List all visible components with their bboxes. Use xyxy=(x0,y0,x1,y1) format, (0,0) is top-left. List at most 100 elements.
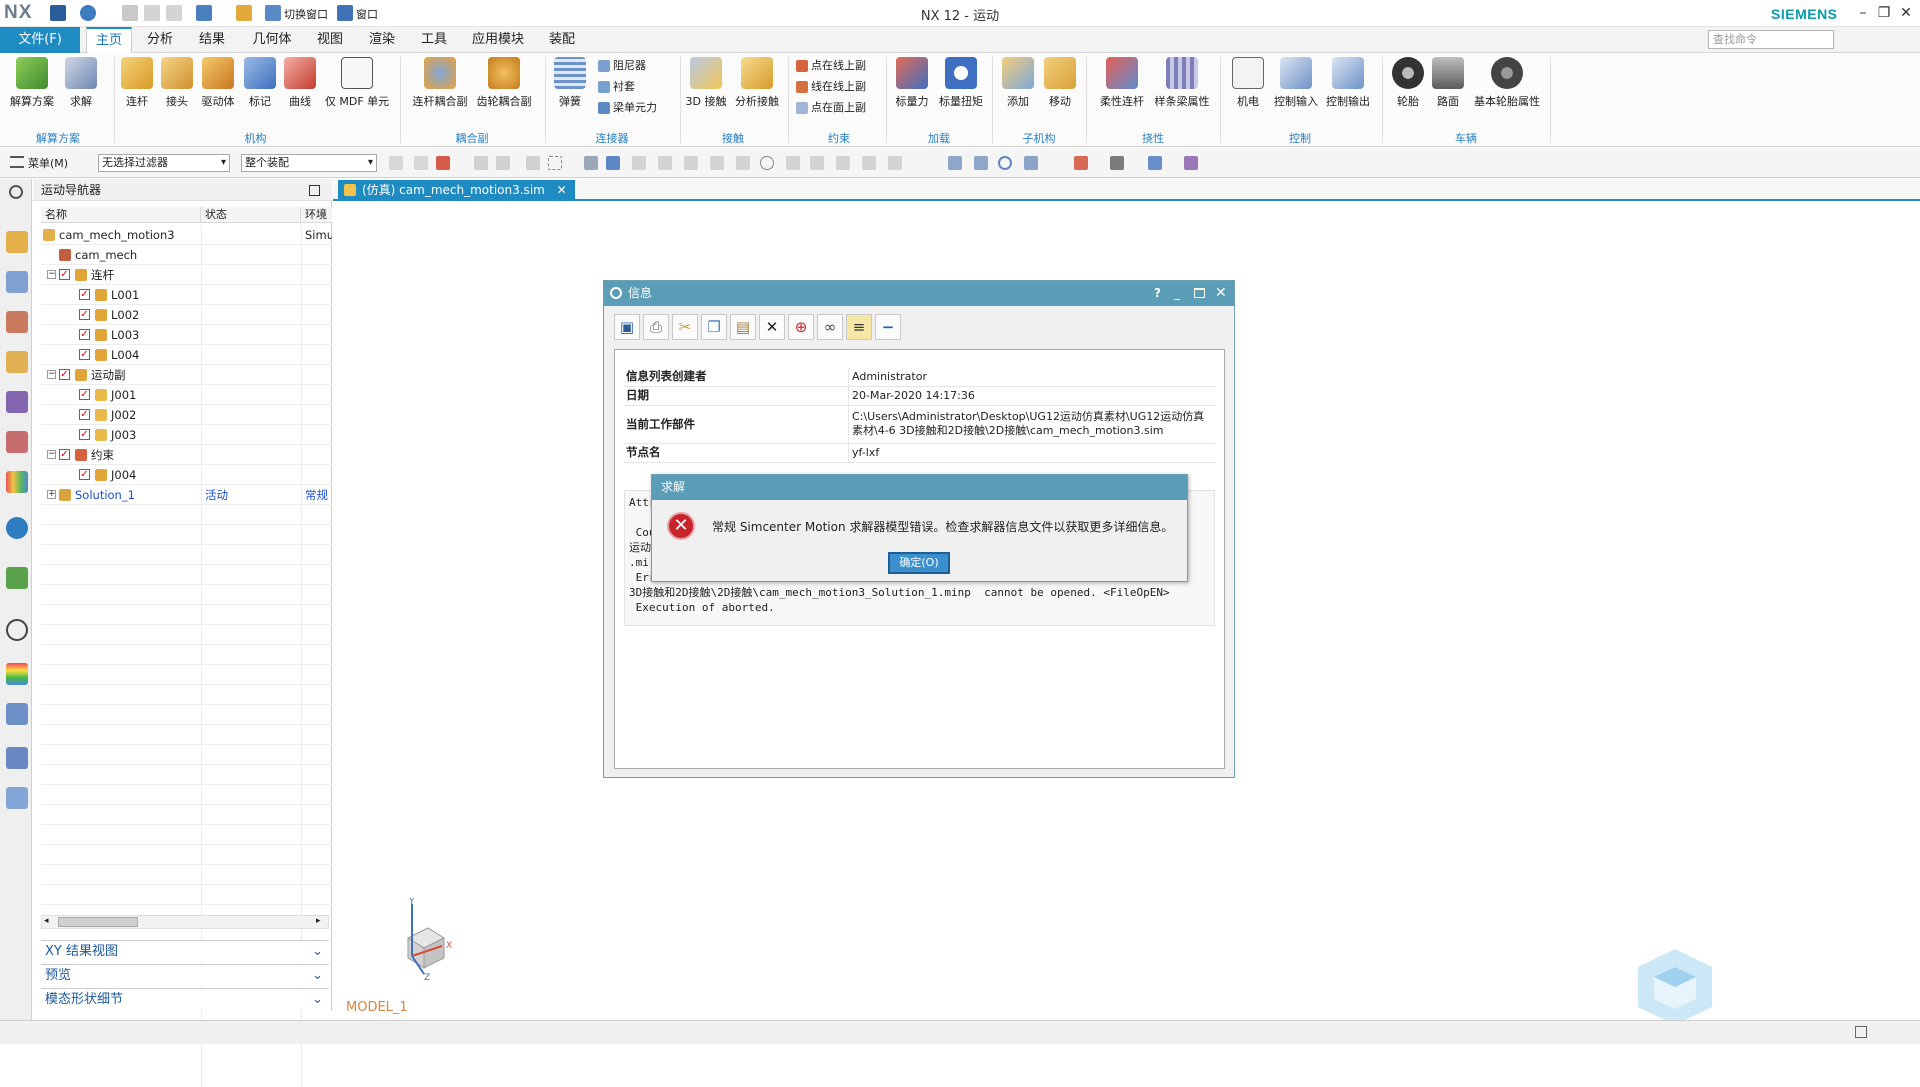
spline-beam-property-button[interactable]: 样条梁属性 xyxy=(1152,57,1212,109)
clock-icon[interactable] xyxy=(6,619,28,641)
tree-row[interactable]: cam_mech_motion3 Simu xyxy=(41,225,332,245)
delete-icon[interactable]: ✕ xyxy=(759,314,785,340)
cross-icon[interactable] xyxy=(786,156,800,170)
polygon-icon[interactable] xyxy=(836,156,850,170)
visibility-checkbox[interactable]: ✓ xyxy=(79,349,90,360)
expand-toggle-icon[interactable]: − xyxy=(47,370,56,379)
visibility-checkbox[interactable]: ✓ xyxy=(59,269,70,280)
render-style-icon[interactable] xyxy=(1110,156,1124,170)
file-menu[interactable]: 文件(F) xyxy=(0,27,80,53)
tree-row[interactable]: cam_mech xyxy=(41,245,332,265)
scalar-force-button[interactable]: 标量力 xyxy=(892,57,932,109)
visibility-checkbox[interactable]: ✓ xyxy=(79,309,90,320)
tangent-icon[interactable] xyxy=(710,156,724,170)
tree-row[interactable]: ✓ L004 xyxy=(41,345,332,365)
visibility-checkbox[interactable]: ✓ xyxy=(79,409,90,420)
scroll-right-icon[interactable]: ▸ xyxy=(316,916,321,926)
switch-window-label[interactable]: 切换窗口 xyxy=(284,6,328,22)
flexible-link-button[interactable]: 柔性连杆 xyxy=(1094,57,1150,109)
visibility-checkbox[interactable]: ✓ xyxy=(79,329,90,340)
curve-on-curve-button[interactable]: 线在线上副 xyxy=(796,78,866,96)
link-coupler-button[interactable]: 连杆耦合副 xyxy=(410,57,470,109)
mechatronics-button[interactable]: 机电 xyxy=(1228,57,1268,109)
analytical-contact-button[interactable]: 分析接触 xyxy=(732,57,782,109)
edge-icon[interactable] xyxy=(888,156,902,170)
paste-icon[interactable] xyxy=(166,5,182,21)
shaded-icon[interactable] xyxy=(1148,156,1162,170)
column-environment[interactable]: 环境 xyxy=(301,207,332,223)
collapse-icon[interactable]: − xyxy=(875,314,901,340)
tree-row[interactable]: ✓ J001 xyxy=(41,385,332,405)
tab-render[interactable]: 渲染 xyxy=(362,27,402,53)
visibility-checkbox[interactable]: ✓ xyxy=(79,289,90,300)
copy-icon[interactable] xyxy=(144,5,160,21)
hd3d-icon[interactable] xyxy=(6,431,28,453)
window-icon[interactable] xyxy=(337,5,353,21)
close-button[interactable]: ✕ xyxy=(1896,3,1916,23)
copy-icon[interactable]: ❐ xyxy=(701,314,727,340)
save-icon[interactable] xyxy=(50,5,66,21)
close-icon[interactable]: ✕ xyxy=(1215,281,1227,306)
help-icon[interactable]: ? xyxy=(1154,281,1161,306)
command-search-input[interactable]: 查找命令 xyxy=(1708,30,1834,49)
maximize-icon[interactable] xyxy=(1194,288,1205,298)
visibility-checkbox[interactable]: ✓ xyxy=(59,449,70,460)
tree-row[interactable]: − ✓ 运动副 xyxy=(41,365,332,385)
beam-force-button[interactable]: 梁单元力 xyxy=(598,99,657,117)
tab-results[interactable]: 结果 xyxy=(192,27,232,53)
save-icon[interactable]: ▣ xyxy=(614,314,640,340)
menu-icon[interactable] xyxy=(10,156,24,168)
tab-applications[interactable]: 应用模块 xyxy=(466,27,530,53)
column-name[interactable]: 名称 xyxy=(41,207,201,223)
touch-mode-icon[interactable] xyxy=(236,5,252,21)
system-scenes-icon[interactable] xyxy=(6,787,28,809)
web-browser-icon[interactable] xyxy=(6,517,28,539)
circle-center-icon[interactable] xyxy=(760,156,774,170)
tab-home[interactable]: 主页 xyxy=(86,27,132,53)
wrap-icon[interactable]: ≡ xyxy=(846,314,872,340)
link-button[interactable]: 连杆 xyxy=(120,57,154,109)
select-all-icon[interactable] xyxy=(389,156,403,170)
process-studio-icon[interactable] xyxy=(6,703,28,725)
layer-visibility-icon[interactable] xyxy=(1184,156,1198,170)
visibility-checkbox[interactable]: ✓ xyxy=(79,429,90,440)
full-screen-icon[interactable] xyxy=(1855,1026,1867,1038)
orient-view-icon[interactable] xyxy=(1074,156,1088,170)
find-icon[interactable]: ⊕ xyxy=(788,314,814,340)
palette-icon[interactable] xyxy=(6,471,28,493)
cut-icon[interactable] xyxy=(122,5,138,21)
selection-scope-dropdown[interactable]: 整个装配 xyxy=(241,154,377,172)
bushing-button[interactable]: 衬套 xyxy=(598,78,635,96)
ok-button[interactable]: 确定(O) xyxy=(888,552,950,574)
tab-geometry[interactable]: 几何体 xyxy=(246,27,298,53)
window-label[interactable]: 窗口 xyxy=(356,6,378,22)
diagonal-icon[interactable] xyxy=(810,156,824,170)
scroll-left-icon[interactable]: ◂ xyxy=(44,916,49,926)
tab-view[interactable]: 视图 xyxy=(310,27,350,53)
solve-button[interactable]: 求解 xyxy=(62,57,100,109)
endpoint-icon[interactable] xyxy=(474,156,488,170)
perpendicular-icon[interactable] xyxy=(736,156,750,170)
tree-row[interactable]: ✓ L003 xyxy=(41,325,332,345)
control-input-button[interactable]: 控制输入 xyxy=(1272,57,1320,109)
joint-button[interactable]: 接头 xyxy=(160,57,194,109)
error-dialog-title[interactable]: 求解 xyxy=(652,475,1187,500)
basic-tire-property-button[interactable]: 基本轮胎属性 xyxy=(1472,57,1542,109)
reuse-library-icon[interactable] xyxy=(6,391,28,413)
minimize-button[interactable]: – xyxy=(1853,3,1873,23)
assembly-navigator-icon[interactable] xyxy=(6,271,28,293)
settings-icon[interactable] xyxy=(9,185,23,199)
body-icon[interactable] xyxy=(584,156,598,170)
part-navigator-icon[interactable] xyxy=(6,351,28,373)
solid-icon[interactable] xyxy=(606,156,620,170)
box-select-icon[interactable] xyxy=(548,156,562,170)
tree-row[interactable]: − ✓ 约束 xyxy=(41,445,332,465)
curve-snap-icon[interactable] xyxy=(684,156,698,170)
paste-icon[interactable]: ▤ xyxy=(730,314,756,340)
deselect-icon[interactable] xyxy=(414,156,428,170)
minimize-icon[interactable]: _ xyxy=(1174,281,1180,306)
pan-icon[interactable] xyxy=(1024,156,1038,170)
switch-window-icon[interactable] xyxy=(265,5,281,21)
marker-button[interactable]: 标记 xyxy=(243,57,277,109)
print-icon[interactable]: ⎙ xyxy=(643,314,669,340)
